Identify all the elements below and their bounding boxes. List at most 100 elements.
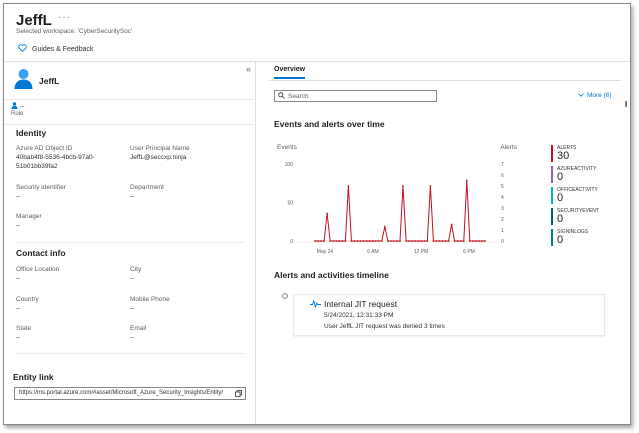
identity-section-title: Identity bbox=[16, 128, 47, 138]
field-label: User Principal Name bbox=[130, 145, 190, 152]
collapse-panel-button[interactable]: « bbox=[246, 64, 251, 74]
legend-item-officeactivity[interactable]: OFFICEACTIVITY 0 bbox=[551, 187, 621, 208]
timeline-item-title: Internal JIT request bbox=[324, 299, 398, 309]
field-value: -- bbox=[130, 305, 135, 312]
data-point bbox=[472, 240, 474, 242]
left-tick-label: 50 bbox=[287, 201, 293, 207]
panel-divider bbox=[4, 124, 256, 125]
search-field[interactable] bbox=[288, 92, 428, 100]
field-label: Security identifier bbox=[16, 184, 66, 191]
data-point bbox=[411, 240, 413, 242]
events-alerts-chart: Events Alerts 0 50 100 0 1 2 3 4 5 6 7 May 24 6 AM 12 P… bbox=[277, 144, 518, 255]
right-tick-label: 7 bbox=[501, 162, 504, 168]
legend-item-signinlogs[interactable]: SIGNINLOGS 0 bbox=[551, 229, 621, 250]
data-point bbox=[468, 240, 471, 242]
legend-item-azureactivity[interactable]: AZUREACTIVITY 0 bbox=[551, 166, 621, 187]
data-point bbox=[380, 240, 383, 242]
panel-divider bbox=[4, 99, 256, 100]
cut-off-heading: I bbox=[625, 100, 628, 109]
data-point bbox=[383, 225, 386, 228]
data-point bbox=[484, 240, 486, 242]
data-point bbox=[362, 240, 365, 242]
guides-feedback-label: Guides & Feedback bbox=[32, 45, 94, 53]
section-divider bbox=[16, 242, 244, 243]
search-input[interactable] bbox=[274, 90, 437, 102]
data-point bbox=[399, 240, 401, 242]
legend-color-swatch bbox=[551, 166, 553, 183]
data-point bbox=[314, 240, 316, 242]
timeline-title: Alerts and activities timeline bbox=[274, 270, 389, 280]
guides-feedback-button[interactable]: Guides & Feedback bbox=[18, 44, 93, 54]
data-point bbox=[478, 240, 480, 242]
events-chart-title: Events and alerts over time bbox=[274, 119, 385, 129]
legend-color-swatch bbox=[551, 229, 553, 246]
timeline-card[interactable]: Internal JIT request 5/24/2021, 12:31:33… bbox=[293, 294, 605, 336]
data-point bbox=[465, 179, 468, 182]
data-point bbox=[420, 240, 423, 242]
field-value: -- bbox=[16, 193, 21, 200]
data-point bbox=[444, 240, 447, 242]
data-point bbox=[441, 240, 444, 242]
x-tick-label: 6 AM bbox=[367, 249, 378, 255]
heart-icon bbox=[18, 44, 27, 54]
timeline-item-description: User JeffL JIT request was denied 3 time… bbox=[324, 323, 445, 330]
right-tick-label: 4 bbox=[501, 195, 504, 201]
copy-icon[interactable] bbox=[233, 390, 242, 399]
data-point bbox=[390, 240, 392, 242]
data-point bbox=[368, 240, 371, 242]
entity-link-field[interactable]: https://ms.portal.azure.com/#asset/Micro… bbox=[14, 387, 246, 400]
legend-value: 0 bbox=[557, 171, 564, 183]
data-point bbox=[432, 240, 435, 242]
right-axis-title: Alerts bbox=[500, 144, 517, 151]
timeline-dot bbox=[282, 293, 288, 299]
workspace-subtitle: Selected workspace: 'CyberSecuritySoc' bbox=[16, 28, 133, 35]
data-point bbox=[462, 240, 465, 242]
more-button[interactable]: More (6) bbox=[578, 92, 612, 99]
field-value: -- bbox=[130, 193, 135, 200]
chart-legend: ALERTS 30 AZUREACTIVITY 0 OFFICEACTIVITY 0 SEC… bbox=[551, 145, 621, 250]
entity-name: JeffL bbox=[39, 76, 60, 86]
entity-page: JeffL ··· Selected workspace: 'CyberSecu… bbox=[3, 3, 631, 425]
data-point bbox=[408, 240, 410, 242]
legend-item-alerts[interactable]: ALERTS 30 bbox=[551, 145, 621, 166]
role-label: Role bbox=[11, 111, 24, 117]
left-tick-label: 0 bbox=[290, 239, 293, 245]
data-point bbox=[456, 240, 459, 242]
timeline-item-time: 5/24/2021, 12:31:33 PM bbox=[324, 312, 394, 319]
overview-panel: Overview More (6) I Events and alerts ov… bbox=[257, 62, 630, 424]
right-tick-label: 0 bbox=[501, 239, 504, 245]
data-point bbox=[459, 240, 462, 242]
data-point bbox=[402, 185, 404, 187]
field-value: -- bbox=[130, 275, 135, 282]
field-label: Office Location bbox=[16, 266, 60, 273]
data-point bbox=[387, 240, 389, 242]
more-actions-button[interactable]: ··· bbox=[58, 12, 71, 23]
field-value: -- bbox=[16, 275, 21, 282]
data-point bbox=[393, 240, 395, 242]
data-point bbox=[453, 240, 456, 242]
field-value: -- bbox=[16, 222, 21, 229]
legend-item-securityevent[interactable]: SECURITYEVENT 0 bbox=[551, 208, 621, 229]
x-tick-label: May 24 bbox=[317, 249, 334, 255]
field-label: Azure AD Object ID bbox=[16, 145, 73, 152]
field-label: Country bbox=[16, 296, 39, 303]
section-divider bbox=[16, 353, 244, 354]
right-tick-label: 2 bbox=[501, 217, 504, 223]
data-point bbox=[481, 240, 483, 242]
data-point bbox=[359, 240, 362, 242]
tab-overview[interactable]: Overview bbox=[274, 66, 306, 79]
right-tick-label: 3 bbox=[501, 206, 504, 212]
field-value: -- bbox=[16, 305, 21, 312]
data-point bbox=[332, 240, 335, 242]
series-line-alerts bbox=[315, 180, 485, 242]
field-label: State bbox=[16, 325, 32, 332]
field-label: Email bbox=[130, 325, 147, 332]
activity-pulse-icon bbox=[310, 299, 321, 310]
tab-divider bbox=[269, 80, 621, 81]
data-point bbox=[353, 240, 356, 242]
left-axis-title: Events bbox=[277, 144, 298, 151]
chevron-down-icon bbox=[578, 92, 584, 99]
data-point bbox=[396, 240, 398, 242]
person-icon bbox=[11, 102, 18, 111]
data-point bbox=[435, 240, 438, 242]
